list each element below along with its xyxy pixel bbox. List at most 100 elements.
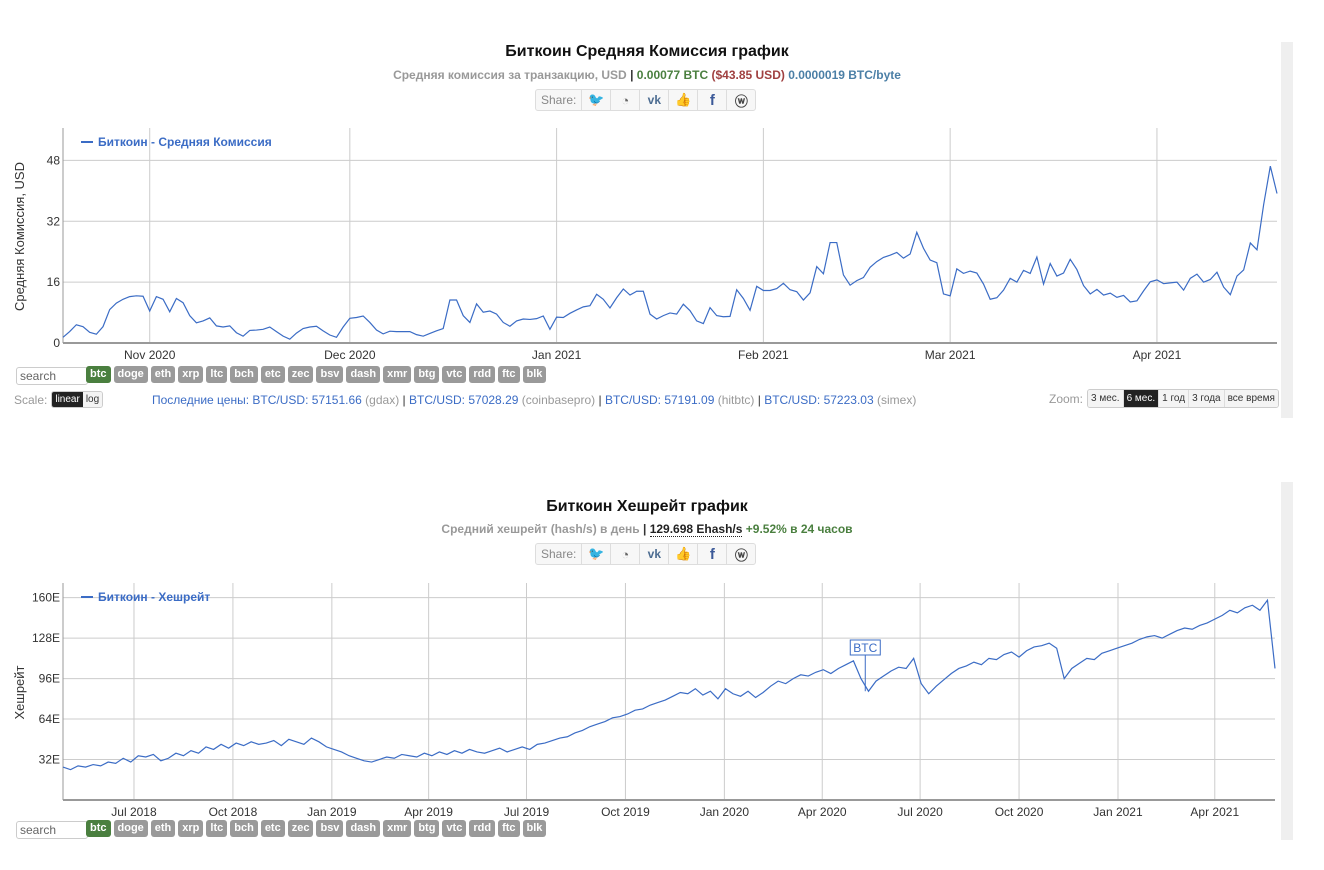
x-tick-label: Jan 2021 [1093, 805, 1143, 819]
fee-subtitle-prefix: Средняя комиссия за транзакцию, USD [393, 68, 627, 82]
x-tick-label: Apr 2019 [404, 805, 453, 819]
hash-subtitle-separator: | [643, 522, 647, 536]
facebook-icon[interactable]: f [698, 544, 728, 564]
zoom-all-button[interactable]: все время [1224, 390, 1278, 407]
legend-label: Биткоин - Хешрейт [98, 590, 210, 604]
x-tick-label: Apr 2021 [1133, 348, 1182, 362]
coin-button-etc[interactable]: etc [260, 366, 285, 383]
coin-button-doge[interactable]: doge [113, 820, 148, 837]
y-tick-label: 32 [47, 214, 61, 228]
x-tick-label: Jul 2020 [897, 805, 943, 819]
coin-button-rdd[interactable]: rdd [469, 366, 496, 383]
like-icon[interactable]: 👍 [669, 90, 699, 110]
scale-label: Scale: [14, 392, 48, 407]
coin-button-zec[interactable]: zec [287, 366, 314, 383]
hash-chart-subtitle: Средний хешрейт (hash/s) в день | 129.69… [0, 522, 1294, 537]
price-gdax[interactable]: BTC/USD: 57151.66 (gdax) [252, 393, 399, 407]
coin-button-btg[interactable]: btg [414, 366, 440, 383]
fee-chart: 0 16 32 48 Nov 2020 Dec 2020 Jan 2021 Feb 2021 M… [12, 128, 1278, 362]
coin-button-eth[interactable]: eth [150, 366, 176, 383]
coin-button-dash[interactable]: dash [346, 366, 381, 383]
hash-change: +9.52% в 24 часов [745, 522, 853, 536]
coin-button-blk[interactable]: blk [522, 820, 547, 837]
zoom-3y-button[interactable]: 3 года [1189, 390, 1225, 407]
x-tick-label: Feb 2021 [738, 348, 789, 362]
like-icon[interactable]: 👍 [669, 544, 699, 564]
vk-icon[interactable]: vk [640, 544, 670, 564]
price-coinbasepro[interactable]: BTC/USD: 57028.29 (coinbasepro) [409, 393, 595, 407]
x-tick-label: Mar 2021 [925, 348, 976, 362]
twitter-icon[interactable]: 🐦 [582, 544, 612, 564]
fee-btc-value: 0.00077 BTC [636, 68, 709, 82]
coin-button-ftc[interactable]: ftc [498, 366, 520, 383]
zoom-3m-button[interactable]: 3 мес. [1088, 390, 1124, 407]
zoom-1y-button[interactable]: 1 год [1159, 390, 1190, 407]
coin-button-xmr[interactable]: xmr [383, 366, 412, 383]
coin-button-xrp[interactable]: xrp [178, 366, 204, 383]
fee-zoom-control: Zoom: 3 мес. 6 мес. 1 год 3 года все вре… [1049, 389, 1279, 408]
coin-button-btc[interactable]: btc [86, 820, 111, 837]
coin-button-xmr[interactable]: xmr [383, 820, 412, 837]
twitter-icon[interactable]: 🐦 [582, 90, 612, 110]
price-simex[interactable]: BTC/USD: 57223.03 (simex) [764, 393, 916, 407]
coin-button-vtc[interactable]: vtc [442, 820, 467, 837]
reddit-icon[interactable]: ◔ [611, 544, 641, 564]
x-tick-label: Jan 2019 [307, 805, 357, 819]
fee-scale-control: Scale: linear log [14, 391, 104, 408]
series-line [62, 165, 1278, 340]
price-hitbtc[interactable]: BTC/USD: 57191.09 (hitbtc) [605, 393, 754, 407]
vk-icon[interactable]: vk [640, 90, 670, 110]
coin-button-bsv[interactable]: bsv [316, 820, 344, 837]
scale-log-button[interactable]: log [82, 392, 103, 407]
y-tick-label: 16 [47, 275, 61, 289]
fee-search-input[interactable]: search [16, 367, 88, 385]
y-tick-label: 48 [47, 153, 61, 167]
x-tick-label: Jan 2020 [700, 805, 750, 819]
coin-button-doge[interactable]: doge [113, 366, 148, 383]
fee-chart-subtitle: Средняя комиссия за транзакцию, USD | 0.… [0, 68, 1294, 82]
coin-button-ltc[interactable]: ltc [206, 820, 228, 837]
coin-button-bch[interactable]: bch [230, 366, 258, 383]
x-tick-label: Oct 2018 [209, 805, 258, 819]
hash-search-input[interactable]: search [16, 821, 88, 839]
y-tick-label: 160E [32, 591, 60, 605]
hash-share-bar: Share: 🐦 ◔ vk 👍 f ⓦ [535, 543, 757, 565]
coin-button-dash[interactable]: dash [346, 820, 381, 837]
x-tick-label: Apr 2020 [798, 805, 847, 819]
weibo-icon[interactable]: ⓦ [727, 90, 755, 110]
y-axis-label: Средняя Комиссия, USD [12, 162, 27, 311]
coin-button-xrp[interactable]: xrp [178, 820, 204, 837]
fee-coin-selector: btc doge eth xrp ltc bch etc zec bsv dash xmr btg vt… [86, 366, 547, 383]
reddit-icon[interactable]: ◔ [611, 90, 641, 110]
coin-button-bch[interactable]: bch [230, 820, 258, 837]
y-tick-label: 128E [32, 631, 60, 645]
scale-linear-button[interactable]: linear [52, 392, 83, 407]
coin-button-btg[interactable]: btg [414, 820, 440, 837]
weibo-icon[interactable]: ⓦ [727, 544, 755, 564]
annotation-label: BTC [853, 641, 877, 655]
x-tick-label: Oct 2019 [601, 805, 650, 819]
fee-subtitle-separator: | [630, 68, 634, 82]
coin-button-vtc[interactable]: vtc [442, 366, 467, 383]
y-axis-label: Хешрейт [12, 665, 27, 719]
fee-usd-value: ($43.85 USD) [711, 68, 785, 82]
coin-button-rdd[interactable]: rdd [469, 820, 496, 837]
hash-value: 129.698 Ehash/s [649, 522, 743, 537]
coin-button-ltc[interactable]: ltc [206, 366, 228, 383]
coin-button-blk[interactable]: blk [522, 366, 547, 383]
coin-button-zec[interactable]: zec [287, 820, 314, 837]
coin-button-eth[interactable]: eth [150, 820, 176, 837]
coin-button-etc[interactable]: etc [260, 820, 285, 837]
x-tick-label: Apr 2021 [1190, 805, 1239, 819]
fee-share-bar: Share: 🐦 ◔ vk 👍 f ⓦ [535, 89, 757, 111]
y-tick-label: 0 [53, 336, 60, 350]
x-tick-label: Oct 2020 [995, 805, 1044, 819]
coin-button-ftc[interactable]: ftc [498, 820, 520, 837]
coin-button-btc[interactable]: btc [86, 366, 111, 383]
coin-button-bsv[interactable]: bsv [316, 366, 344, 383]
zoom-6m-button[interactable]: 6 мес. [1123, 390, 1160, 407]
facebook-icon[interactable]: f [698, 90, 728, 110]
share-label: Share: [536, 90, 583, 110]
fee-chart-title: Биткоин Средняя Комиссия график [505, 43, 789, 60]
zoom-label: Zoom: [1049, 391, 1084, 406]
